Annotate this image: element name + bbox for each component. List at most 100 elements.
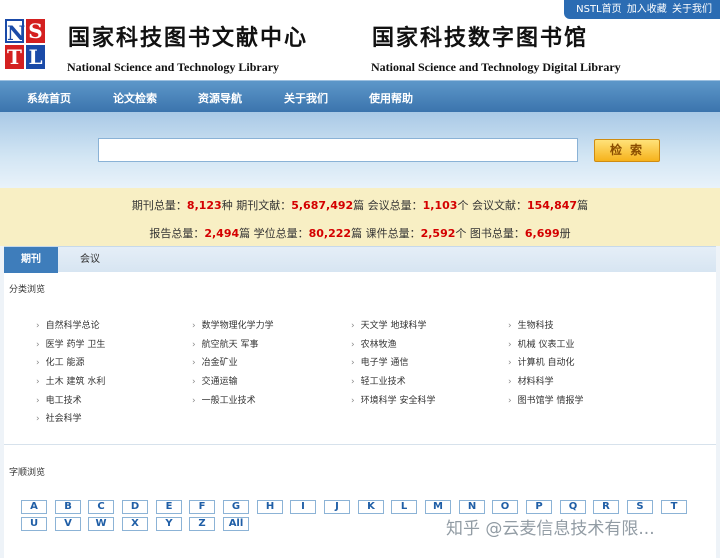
letter-button[interactable]: L: [391, 500, 417, 514]
category-label: 电子学 通信: [360, 358, 409, 368]
tab-journals[interactable]: 期刊: [4, 247, 58, 273]
nav-help[interactable]: 使用帮助: [369, 81, 413, 113]
letter-button[interactable]: G: [223, 500, 249, 514]
category-link[interactable]: › 化工 能源: [36, 355, 84, 368]
bullet-arrow-icon: ›: [36, 377, 40, 387]
category-link[interactable]: › 电子学 通信: [351, 355, 408, 368]
nav-resource-navigation[interactable]: 资源导航: [198, 81, 242, 113]
category-link[interactable]: › 计算机 自动化: [508, 355, 574, 368]
bullet-arrow-icon: ›: [192, 340, 196, 350]
logo-letter-n: N: [5, 19, 26, 45]
letter-button[interactable]: C: [88, 500, 114, 514]
category-link[interactable]: › 航空航天 军事: [192, 337, 258, 350]
letter-button[interactable]: U: [21, 517, 47, 531]
bullet-arrow-icon: ›: [351, 396, 355, 406]
stat-label: 会议总量：: [367, 199, 423, 212]
letter-button[interactable]: T: [661, 500, 687, 514]
letter-button[interactable]: Y: [156, 517, 182, 531]
bullet-arrow-icon: ›: [192, 396, 196, 406]
letter-button[interactable]: R: [593, 500, 619, 514]
about-us-link[interactable]: 关于我们: [672, 4, 712, 15]
logo-letter-t: T: [5, 45, 24, 69]
category-label: 化工 能源: [45, 358, 85, 368]
nav-home[interactable]: 系统首页: [27, 81, 71, 113]
letter-button[interactable]: D: [122, 500, 148, 514]
letter-button[interactable]: B: [55, 500, 81, 514]
letter-button[interactable]: V: [55, 517, 81, 531]
category-label: 农林牧渔: [360, 340, 397, 350]
tab-conferences[interactable]: 会议: [66, 247, 114, 273]
letter-button[interactable]: K: [358, 500, 384, 514]
stat-value: 6,699: [524, 227, 560, 240]
category-label: 轻工业技术: [360, 377, 406, 387]
category-link[interactable]: › 环境科学 安全科学: [351, 393, 435, 406]
top-links: NSTL首页 加入收藏 关于我们: [564, 0, 720, 19]
category-label: 交通运输: [201, 377, 238, 387]
category-label: 电工技术: [45, 396, 82, 406]
bullet-arrow-icon: ›: [351, 358, 355, 368]
letter-button[interactable]: S: [627, 500, 653, 514]
category-link[interactable]: › 图书馆学 情报学: [508, 393, 583, 406]
letter-button[interactable]: H: [257, 500, 283, 514]
nav-about[interactable]: 关于我们: [284, 81, 328, 113]
stat-label: 会议文献：: [471, 199, 527, 212]
category-link[interactable]: › 天文学 地球科学: [351, 318, 426, 331]
stat-label: 期刊文献：: [236, 199, 292, 212]
category-link[interactable]: › 材料科学: [508, 374, 554, 387]
category-link[interactable]: › 交通运输: [192, 374, 238, 387]
logo-letter-l: L: [26, 45, 45, 69]
letter-button[interactable]: O: [492, 500, 518, 514]
en-title-library: National Science and Technology Library: [67, 60, 280, 74]
category-label: 计算机 自动化: [517, 358, 575, 368]
bullet-arrow-icon: ›: [508, 321, 512, 331]
letter-button[interactable]: M: [425, 500, 451, 514]
category-link[interactable]: › 数学物理化学力学: [192, 318, 274, 331]
letter-button[interactable]: J: [324, 500, 350, 514]
stat-value: 1,103: [422, 199, 458, 212]
frame-right: [716, 246, 720, 558]
letter-button[interactable]: I: [290, 500, 316, 514]
nav-paper-search[interactable]: 论文检索: [113, 81, 157, 113]
letter-button[interactable]: F: [189, 500, 215, 514]
cn-title-digital-library: 国家科技数字图书馆: [372, 25, 589, 51]
category-link[interactable]: › 农林牧渔: [351, 337, 397, 350]
category-link[interactable]: › 电工技术: [36, 393, 82, 406]
bullet-arrow-icon: ›: [508, 358, 512, 368]
letter-button-all[interactable]: All: [223, 517, 249, 531]
stat-value: 5,687,492: [291, 199, 354, 212]
category-label: 机械 仪表工业: [517, 340, 575, 350]
category-link[interactable]: › 社会科学: [36, 411, 82, 424]
letter-button[interactable]: P: [526, 500, 552, 514]
category-link[interactable]: › 土木 建筑 水利: [36, 374, 105, 387]
letter-button[interactable]: X: [122, 517, 148, 531]
section-divider: [4, 444, 716, 445]
category-link[interactable]: › 轻工业技术: [351, 374, 406, 387]
stat-value: 8,123: [186, 199, 222, 212]
bullet-arrow-icon: ›: [508, 396, 512, 406]
stat-label: 报告总量：: [149, 227, 205, 240]
letter-button[interactable]: A: [21, 500, 47, 514]
letter-button[interactable]: W: [88, 517, 114, 531]
category-link[interactable]: › 一般工业技术: [192, 393, 256, 406]
bullet-arrow-icon: ›: [192, 321, 196, 331]
category-link[interactable]: › 医学 药学 卫生: [36, 337, 105, 350]
category-label: 社会科学: [45, 414, 82, 424]
nstl-logo[interactable]: N S T L: [5, 19, 47, 71]
letter-button[interactable]: E: [156, 500, 182, 514]
nstl-home-link[interactable]: NSTL首页: [576, 4, 622, 15]
letter-button[interactable]: Z: [189, 517, 215, 531]
category-link[interactable]: › 机械 仪表工业: [508, 337, 574, 350]
logo-letter-s: S: [26, 19, 45, 43]
add-favorite-link[interactable]: 加入收藏: [627, 4, 667, 15]
category-link[interactable]: › 自然科学总论: [36, 318, 100, 331]
letter-button[interactable]: N: [459, 500, 485, 514]
category-label: 环境科学 安全科学: [360, 396, 436, 406]
category-link[interactable]: › 生物科技: [508, 318, 554, 331]
alphabet-browse-title: 字顺浏览: [9, 468, 46, 478]
category-label: 土木 建筑 水利: [45, 377, 106, 387]
search-button[interactable]: 检索: [594, 139, 660, 162]
category-link[interactable]: › 冶金矿业: [192, 355, 238, 368]
letter-button[interactable]: Q: [560, 500, 586, 514]
search-input[interactable]: [98, 138, 578, 162]
stat-label: 课件总量：: [365, 227, 421, 240]
